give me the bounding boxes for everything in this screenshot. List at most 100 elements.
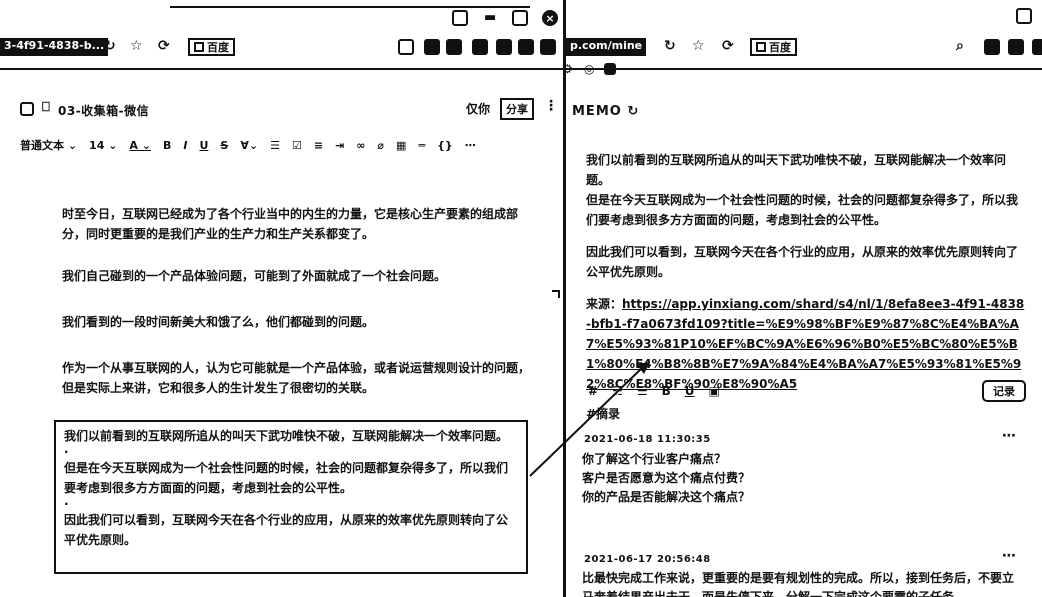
numbered-list-icon[interactable]: ≡ (314, 139, 323, 152)
memo-tag[interactable]: #摘录 (586, 404, 1026, 424)
entry-timestamp: 2021-06-17 20:56:48 (584, 554, 711, 565)
underline-button[interactable]: U (685, 384, 695, 398)
entry-line: 你了解这个行业客户痛点？ (582, 452, 727, 466)
font-color-label: A (129, 138, 138, 152)
window-edge (170, 6, 530, 8)
download-icon[interactable] (518, 39, 534, 55)
excerpt-line: 我们以前看到的互联网所追从的叫天下武功唯快不破，互联网能解决一个效率问题。 (64, 429, 509, 443)
underline-button[interactable]: U (199, 139, 208, 152)
link-icon[interactable]: ∞ (356, 139, 365, 152)
extension-icon-right[interactable] (1016, 8, 1032, 24)
translate-icon[interactable] (446, 39, 462, 55)
reload-icon[interactable]: ↻ (104, 38, 116, 54)
paragraph: 我们自己碰到的一个产品体验问题，可能到了外面就成了一个社会问题。 (62, 269, 447, 283)
menu-icon[interactable] (540, 39, 556, 55)
more-menu-icon[interactable]: ⋮ (544, 98, 558, 114)
close-icon[interactable]: × (542, 10, 558, 26)
search-engine-baidu-right[interactable]: 百度 (750, 38, 797, 56)
font-size-select[interactable]: 14 ⌄ (89, 139, 117, 152)
empty-line: · (64, 445, 69, 459)
memo-entry[interactable]: 你了解这个行业客户痛点？ 客户是否愿意为这个痛点付费？ 你的产品是否能解决这个痛… (582, 450, 1022, 507)
entry-line: 比最快完成工作来说，更重要的是要有规划性的完成。所以，接到任务后，不要立马奔着结… (582, 571, 1015, 597)
maximize-icon[interactable] (512, 10, 528, 26)
refresh-icon-right[interactable]: ⟳ (722, 38, 734, 54)
list-icon[interactable]: ☷ (612, 384, 623, 398)
reload-icon-right[interactable]: ↻ (664, 38, 676, 54)
source-link[interactable]: https://app.yinxiang.com/shard/s4/nl/1/8… (586, 297, 1024, 391)
indent-icon[interactable]: ⇥ (335, 139, 344, 152)
highlight-button[interactable]: ∀ ⌄ (240, 139, 258, 152)
refresh-icon[interactable]: ⟳ (158, 38, 170, 54)
star-icon-right[interactable]: ☆ (692, 38, 705, 54)
attachment-icon[interactable]: ⌀ (377, 139, 384, 152)
bug-icon[interactable] (472, 39, 488, 55)
table-icon[interactable]: ▦ (396, 139, 406, 152)
memo-title-text: MEMO (572, 104, 622, 119)
memo-entry[interactable]: 比最快完成工作来说，更重要的是要有规划性的完成。所以，接到任务后，不要立马奔着结… (582, 569, 1022, 597)
memo-line: 但是在今天互联网成为一个社会性问题的时候，社会的问题都复杂得多了，所以我们要考虑… (586, 193, 1019, 227)
search-icon-right[interactable]: ⌕ (956, 38, 964, 54)
image-icon[interactable]: ▣ (709, 384, 720, 398)
search-engine-baidu[interactable]: 百度 (188, 38, 235, 56)
doc-title: 03-收集箱-微信 (58, 104, 150, 118)
memo-line: 因此我们可以看到，互联网今天在各个行业的应用，从原来的效率优先原则转向了公平优先… (586, 245, 1019, 279)
format-toolbar: 普通文本 ⌄ 14 ⌄ A ⌄ B I U S ∀ ⌄ ☰ ☑ ≡ ⇥ ∞ ⌀ ▦… (20, 134, 476, 156)
note-icon: ⎕ (42, 100, 50, 115)
shield-icon[interactable] (496, 39, 512, 55)
entry-more-icon[interactable]: ⋯ (1002, 428, 1016, 444)
search-icon[interactable] (398, 39, 414, 55)
paragraph: 时至今日，互联网已经成为了各个行业当中的内生的力量，它是核心生产要素的组成部分，… (62, 207, 519, 241)
hashtag-icon[interactable]: # (588, 384, 598, 398)
browser-toolbar: ▬ × 3-4f91-4838-b... ↻ ☆ ⟳ 百度 p.com/mine… (0, 0, 1042, 76)
code-icon[interactable]: {} (437, 139, 453, 152)
sidebar-toggle-icon[interactable] (20, 102, 34, 116)
reader-icon-right[interactable] (984, 39, 1000, 55)
memo-draft[interactable]: 我们以前看到的互联网所追从的叫天下武功唯快不破，互联网能解决一个效率问题。 但是… (586, 150, 1026, 424)
memo-pane: MEMO ↻ 我们以前看到的互联网所追从的叫天下武功唯快不破，互联网能解决一个效… (566, 72, 1042, 597)
address-bar-right[interactable]: p.com/mine (566, 38, 647, 56)
excerpt-line: 但是在今天互联网成为一个社会性问题的时候，社会的问题都复杂得多了，所以我们要考虑… (64, 461, 509, 495)
bold-button[interactable]: B (163, 139, 171, 152)
font-size-label: 14 (89, 138, 105, 152)
minimize-icon[interactable]: ▬ (484, 10, 496, 25)
entry-line: 你的产品是否能解决这个痛点？ (582, 490, 751, 504)
strikethrough-button[interactable]: S (220, 139, 228, 152)
selected-excerpt[interactable]: 我们以前看到的互联网所追从的叫天下武功唯快不破，互联网能解决一个效率问题。 · … (54, 420, 528, 574)
entry-line: 客户是否愿意为这个痛点付费？ (582, 471, 751, 485)
send-button[interactable]: 记录 (982, 380, 1026, 402)
visibility-label[interactable]: 仅你 (466, 100, 490, 117)
baidu-icon (194, 42, 204, 52)
extensions-icon-right[interactable] (1032, 39, 1042, 55)
font-color-button[interactable]: A ⌄ (129, 139, 151, 152)
style-select-label: 普通文本 (20, 139, 64, 152)
style-select[interactable]: 普通文本 ⌄ (20, 137, 77, 153)
entry-timestamp: 2021-06-18 11:30:35 (584, 434, 711, 445)
memo-source: 来源：https://app.yinxiang.com/shard/s4/nl/… (586, 294, 1026, 394)
reader-icon[interactable] (424, 39, 440, 55)
italic-button[interactable]: I (183, 139, 187, 152)
entry-more-icon[interactable]: ⋯ (1002, 548, 1016, 564)
baidu-icon-right (756, 42, 766, 52)
star-icon[interactable]: ☆ (130, 38, 143, 54)
more-tools-icon[interactable]: ⋯ (465, 139, 476, 152)
editor-pane: ⎕ 03-收集箱-微信 仅你 分享 ⋮ 普通文本 ⌄ 14 ⌄ A ⌄ B I … (0, 72, 563, 597)
share-button[interactable]: 分享 (500, 98, 534, 120)
scroll-indicator[interactable] (552, 290, 560, 298)
numbered-list-icon[interactable]: ☰ (637, 384, 648, 398)
excerpt-line: 因此我们可以看到，互联网今天在各个行业的应用，从原来的效率优先原则转向了公平优先… (64, 513, 509, 547)
address-bar-left[interactable]: 3-4f91-4838-b... (0, 38, 109, 56)
bold-button[interactable]: B (662, 384, 671, 398)
checkbox-icon[interactable]: ☑ (292, 139, 302, 152)
empty-line: · (64, 497, 69, 511)
highlight-label: ∀ (240, 138, 249, 152)
paragraph: 我们看到的一段时间新美大和饿了么，他们都碰到的问题。 (62, 315, 375, 329)
divider-icon[interactable]: ═ (418, 139, 425, 152)
memo-title: MEMO ↻ (572, 104, 640, 119)
baidu-label: 百度 (207, 41, 229, 54)
extension-icon[interactable] (452, 10, 468, 26)
bullet-list-icon[interactable]: ☰ (270, 139, 280, 152)
memo-toolbar: # ☷ ☰ B U ▣ (588, 384, 720, 398)
translate-icon-right[interactable] (1008, 39, 1024, 55)
